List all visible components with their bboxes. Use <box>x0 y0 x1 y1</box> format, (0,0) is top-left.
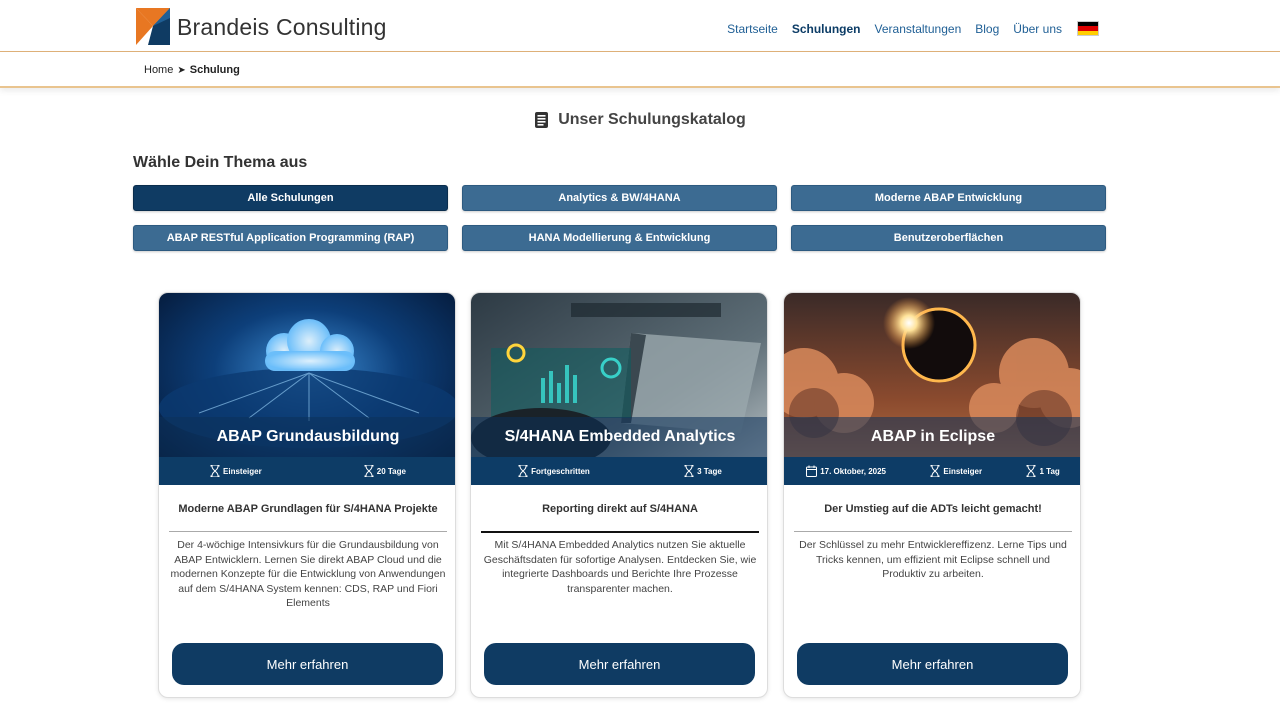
course-level: Einsteiger <box>930 465 982 477</box>
catalog-title-text: Unser Schulungskatalog <box>558 111 746 128</box>
course-description: Der Schlüssel zu mehr Entwicklereffizenz… <box>799 539 1067 580</box>
course-subtitle: Der Umstieg auf die ADTs leicht gemacht! <box>824 503 1042 515</box>
breadcrumb-bar: Home ➤ Schulung <box>0 52 1280 88</box>
filter-hana-modellierung[interactable]: HANA Modellierung & Entwicklung <box>462 225 777 251</box>
nav-ueber-uns[interactable]: Über uns <box>1013 22 1062 36</box>
filter-abap-rap[interactable]: ABAP RESTful Application Programming (RA… <box>133 225 448 251</box>
course-description: Mit S/4HANA Embedded Analytics nutzen Si… <box>483 539 757 595</box>
course-duration: 20 Tage <box>364 465 406 477</box>
divider <box>481 531 759 533</box>
course-card-abap-grundausbildung[interactable]: ABAP Grundausbildung Einsteiger 20 Tage … <box>158 292 456 698</box>
hourglass-icon <box>1026 465 1036 477</box>
top-navbar: Brandeis Consulting Startseite Schulunge… <box>0 0 1280 52</box>
filter-benutzeroberflaechen[interactable]: Benutzeroberflächen <box>791 225 1106 251</box>
mehr-erfahren-button[interactable]: Mehr erfahren <box>484 643 755 685</box>
breadcrumb-home[interactable]: Home <box>144 64 173 76</box>
mehr-erfahren-button[interactable]: Mehr erfahren <box>797 643 1068 685</box>
hourglass-icon <box>364 465 374 477</box>
mehr-erfahren-button[interactable]: Mehr erfahren <box>172 643 443 685</box>
course-title: S/4HANA Embedded Analytics <box>471 417 767 457</box>
course-level: Einsteiger <box>210 465 262 477</box>
course-date: 17. Oktober, 2025 <box>806 465 886 477</box>
course-meta: Einsteiger 20 Tage <box>159 457 455 485</box>
course-card-s4hana-embedded-analytics[interactable]: S/4HANA Embedded Analytics Fortgeschritt… <box>470 292 768 698</box>
nav-startseite[interactable]: Startseite <box>727 22 778 36</box>
course-subtitle: Moderne ABAP Grundlagen für S/4HANA Proj… <box>178 503 438 515</box>
course-level: Fortgeschritten <box>518 465 590 477</box>
course-subtitle: Reporting direkt auf S/4HANA <box>542 503 698 515</box>
breadcrumb-current: Schulung <box>189 64 240 76</box>
calendar-icon <box>806 465 818 477</box>
course-duration: 3 Tage <box>684 465 722 477</box>
nav-schulungen[interactable]: Schulungen <box>792 22 861 36</box>
hourglass-icon <box>684 465 694 477</box>
filter-alle-schulungen[interactable]: Alle Schulungen <box>133 185 448 211</box>
course-title: ABAP in Eclipse <box>784 417 1080 457</box>
hourglass-icon <box>518 465 528 477</box>
main-nav: Startseite Schulungen Veranstaltungen Bl… <box>713 21 1099 36</box>
course-description: Der 4-wöchige Intensivkurs für die Grund… <box>170 539 446 609</box>
course-duration: 1 Tag <box>1026 465 1060 477</box>
filter-moderne-abap[interactable]: Moderne ABAP Entwicklung <box>791 185 1106 211</box>
breadcrumb-separator: ➤ <box>177 64 186 76</box>
brand-name[interactable]: Brandeis Consulting <box>177 14 387 41</box>
german-flag-icon[interactable] <box>1077 21 1099 36</box>
book-icon <box>535 112 549 128</box>
divider <box>794 531 1072 532</box>
nav-blog[interactable]: Blog <box>975 22 999 36</box>
nav-veranstaltungen[interactable]: Veranstaltungen <box>875 22 962 36</box>
theme-heading: Wähle Dein Thema aus <box>133 154 308 171</box>
course-meta: Fortgeschritten 3 Tage <box>471 457 767 485</box>
course-title: ABAP Grundausbildung <box>159 417 455 457</box>
course-card-abap-in-eclipse[interactable]: ABAP in Eclipse 17. Oktober, 2025 Einste… <box>783 292 1081 698</box>
hourglass-icon <box>930 465 940 477</box>
brand-logo[interactable] <box>136 8 170 45</box>
divider <box>169 531 447 532</box>
topic-filters: Alle Schulungen Analytics & BW/4HANA Mod… <box>133 185 1106 251</box>
course-meta: 17. Oktober, 2025 Einsteiger 1 Tag <box>784 457 1080 485</box>
hourglass-icon <box>210 465 220 477</box>
catalog-title: Unser Schulungskatalog <box>0 111 1280 129</box>
filter-analytics-bw4hana[interactable]: Analytics & BW/4HANA <box>462 185 777 211</box>
breadcrumb: Home ➤ Schulung <box>144 64 240 76</box>
